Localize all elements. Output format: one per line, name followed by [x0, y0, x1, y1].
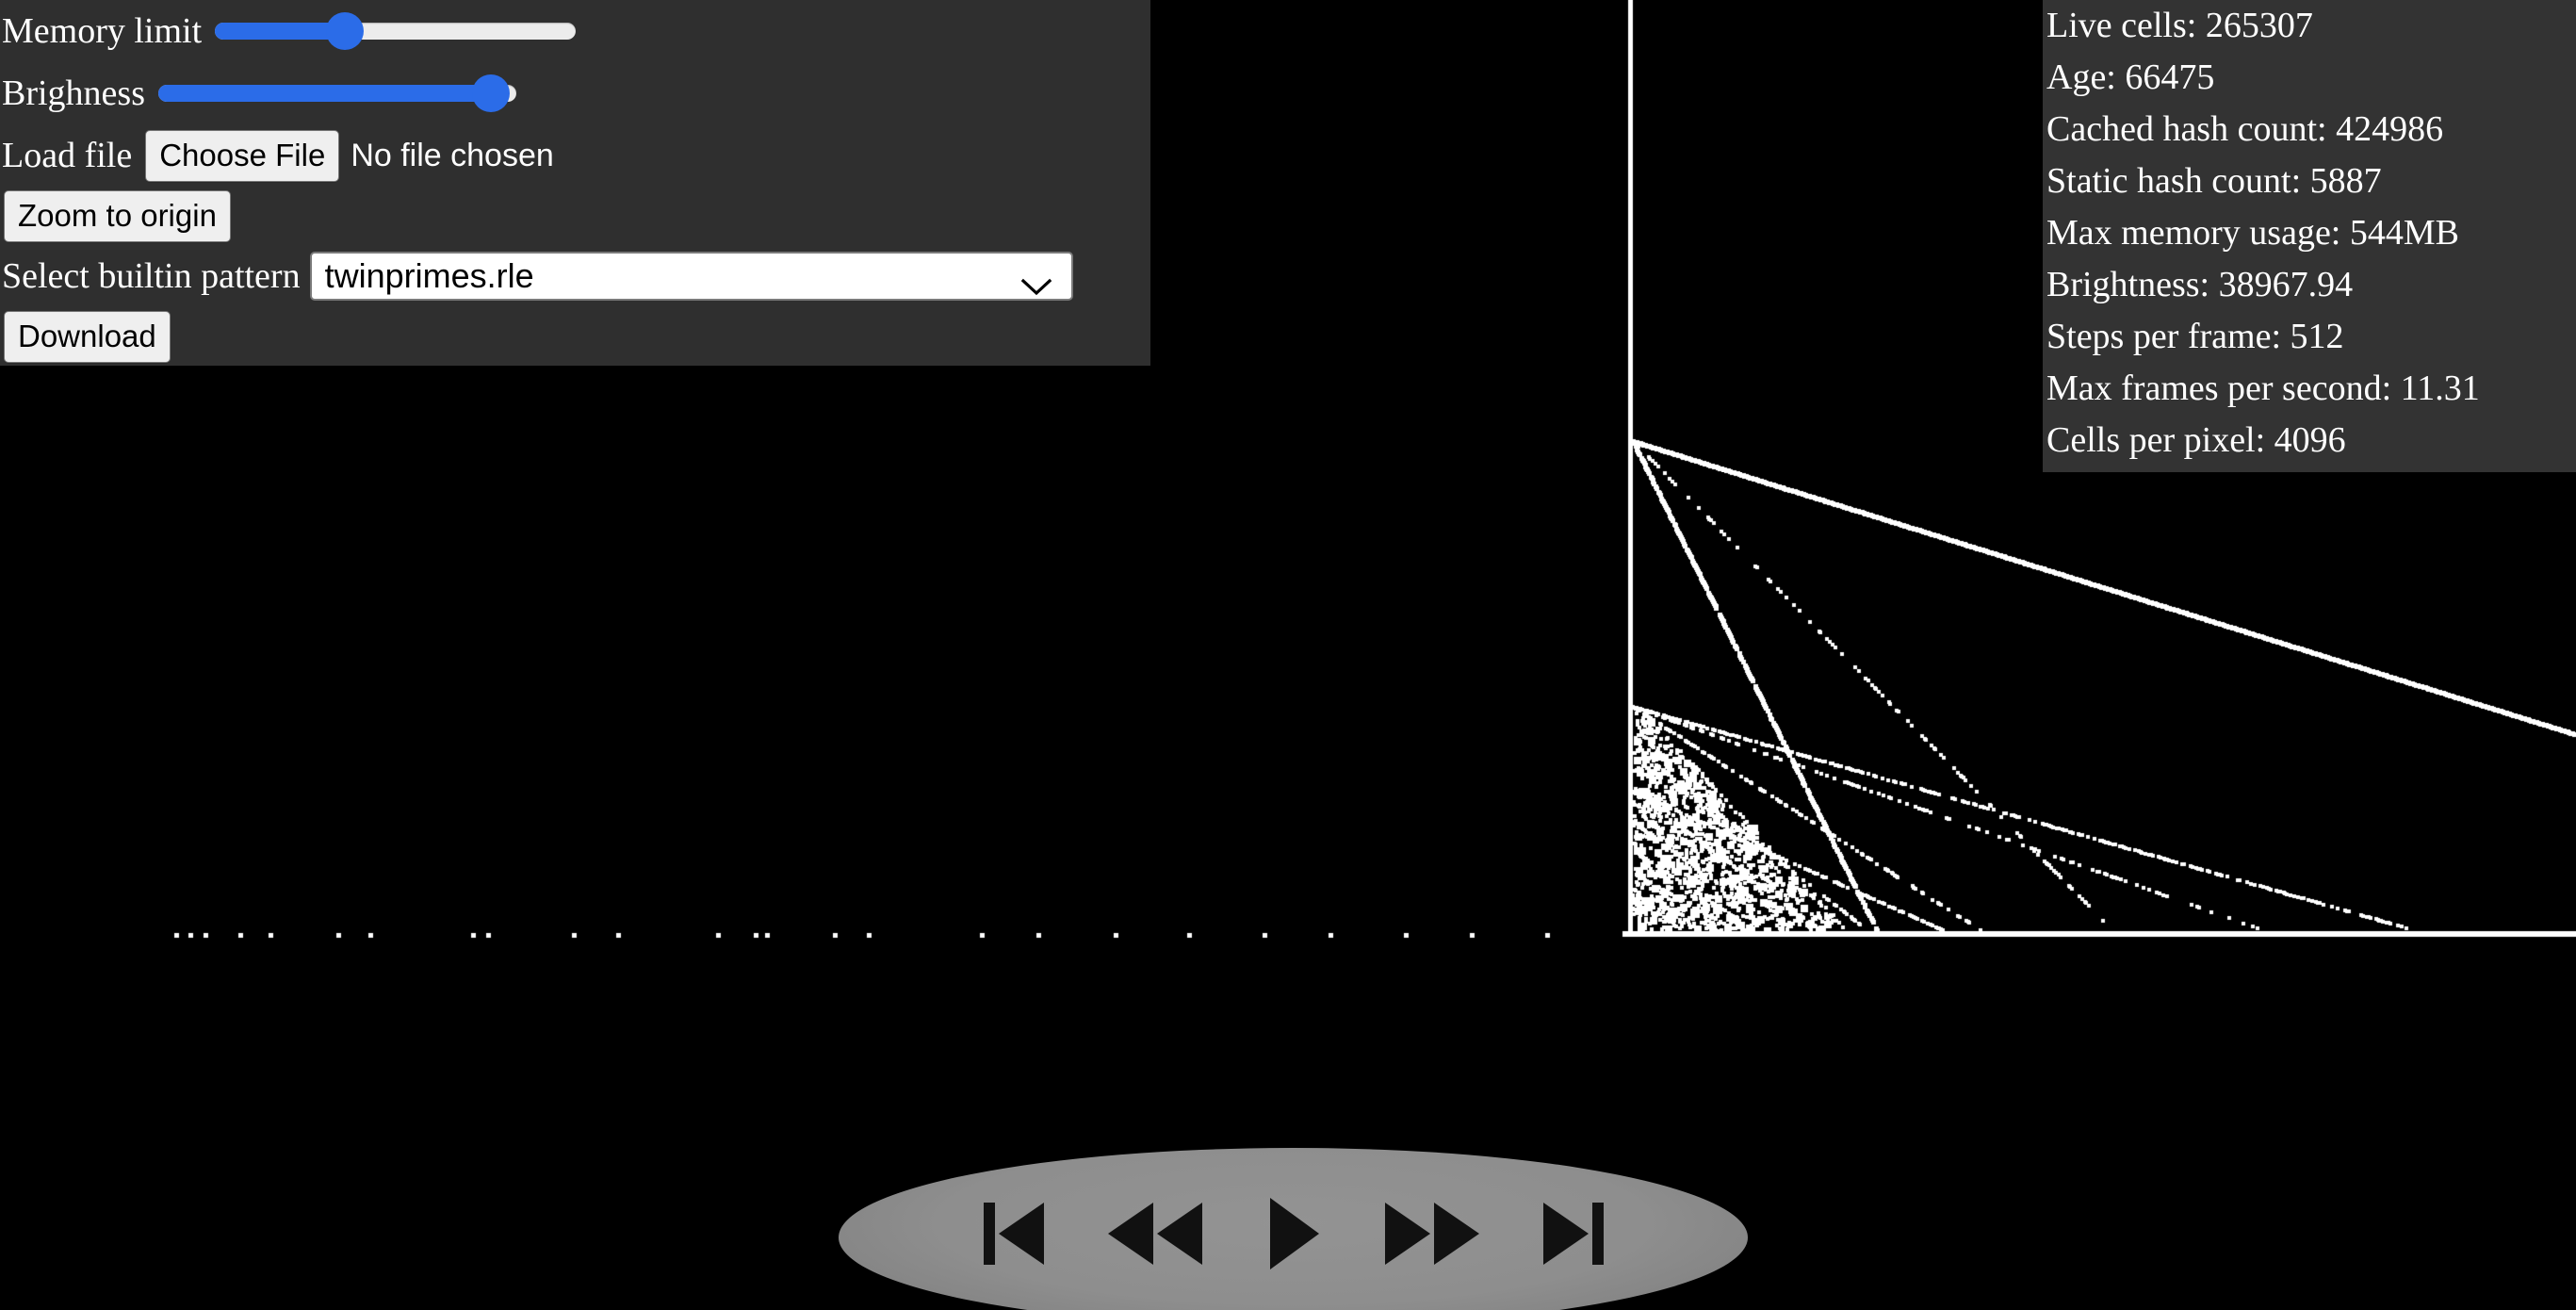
- stat-cached-hash: Cached hash count: 424986: [2046, 109, 2444, 149]
- stat-static-hash: Static hash count: 5887: [2046, 161, 2382, 201]
- skip-to-start-button[interactable]: [965, 1193, 1068, 1274]
- stat-steps-per-frame: Steps per frame: 512: [2046, 317, 2344, 356]
- choose-file-button[interactable]: Choose File: [145, 129, 340, 182]
- memory-limit-slider[interactable]: [215, 12, 577, 50]
- brightness-label: Brighness: [2, 74, 145, 113]
- select-builtin-pattern-value: twinprimes.rle: [324, 256, 534, 295]
- load-file-label: Load file: [2, 136, 133, 175]
- zoom-to-origin-button[interactable]: Zoom to origin: [4, 189, 231, 242]
- stat-max-memory: Max memory usage: 544MB: [2046, 213, 2460, 253]
- fast-forward-icon: [1381, 1200, 1483, 1268]
- stat-age: Age: 66475: [2046, 57, 2215, 97]
- file-status-text: No file chosen: [351, 138, 554, 173]
- play-icon: [1264, 1196, 1323, 1271]
- select-pattern-row: Select builtin pattern twinprimes.rle: [0, 245, 1150, 307]
- chevron-down-icon: [1020, 267, 1052, 296]
- brightness-slider-thumb[interactable]: [472, 74, 511, 112]
- stat-max-fps: Max frames per second: 11.31: [2046, 368, 2480, 408]
- fast-forward-button[interactable]: [1372, 1193, 1492, 1274]
- skip-to-end-icon: [1532, 1200, 1609, 1268]
- skip-to-start-icon: [978, 1200, 1055, 1268]
- zoom-to-origin-row: Zoom to origin: [0, 187, 1150, 245]
- memory-limit-slider-thumb[interactable]: [326, 12, 365, 50]
- select-builtin-pattern[interactable]: twinprimes.rle: [309, 252, 1073, 301]
- memory-limit-label: Memory limit: [2, 11, 203, 51]
- brightness-slider-fill: [158, 85, 492, 102]
- control-panel: Memory limit Brighness Load file Choose …: [0, 0, 1150, 366]
- brightness-row: Brighness: [0, 62, 1150, 124]
- download-button[interactable]: Download: [4, 310, 171, 363]
- stat-live-cells: Live cells: 265307: [2046, 6, 2313, 45]
- download-row: Download: [0, 307, 1150, 366]
- stat-cells-per-pixel: Cells per pixel: 4096: [2046, 420, 2346, 460]
- stat-brightness: Brightness: 38967.94: [2046, 265, 2354, 304]
- play-button[interactable]: [1242, 1193, 1345, 1274]
- skip-to-end-button[interactable]: [1519, 1193, 1622, 1274]
- brightness-slider[interactable]: [158, 74, 516, 112]
- select-pattern-label: Select builtin pattern: [2, 256, 301, 296]
- stats-overlay: Live cells: 265307 Age: 66475 Cached has…: [2043, 0, 2576, 472]
- rewind-button[interactable]: [1095, 1193, 1215, 1274]
- rewind-icon: [1104, 1200, 1206, 1268]
- load-file-row: Load file Choose File No file chosen: [0, 124, 1150, 187]
- memory-limit-row: Memory limit: [0, 0, 1150, 62]
